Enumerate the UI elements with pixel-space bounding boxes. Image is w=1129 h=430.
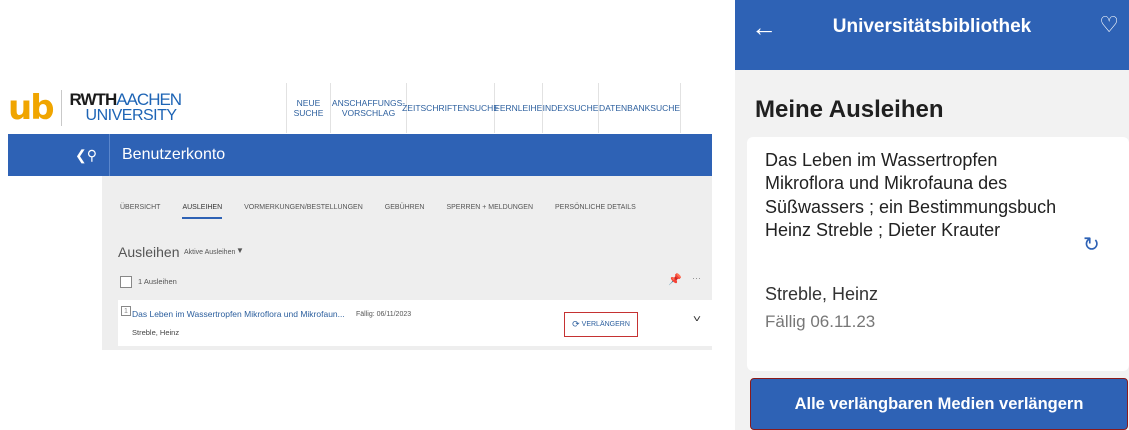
account-header-bar: ❮⚲ Benutzerkonto [8, 134, 712, 176]
loans-heading: Ausleihen [118, 244, 180, 260]
renew-button[interactable]: ⟳ VERLÄNGERN [564, 312, 638, 337]
tab-persoenliche-details[interactable]: PERSÖNLICHE DETAILS [555, 204, 636, 219]
back-search-icon: ❮⚲ [75, 146, 97, 163]
loan-title-link[interactable]: Das Leben im Wassertropfen Mikroflora un… [132, 309, 345, 319]
loan-card[interactable]: Das Leben im Wassertropfen Mikroflora un… [747, 137, 1129, 371]
renew-all-button[interactable]: Alle verlängbaren Medien verlängern [750, 378, 1128, 430]
desktop-portal: ub RWTHAACHEN UNIVERSITY NEUE SUCHE ANSC… [0, 0, 720, 430]
logo-divider [60, 90, 62, 126]
nav-neue-suche[interactable]: NEUE SUCHE [287, 83, 331, 133]
more-options-icon[interactable]: ··· [692, 273, 701, 283]
loan-due-date: Fällig: 06/11/2023 [356, 311, 412, 318]
nav-zeitschriftensuche[interactable]: ZEITSCHRIFTENSUCHE [402, 83, 499, 133]
select-all-checkbox[interactable] [120, 276, 132, 288]
tab-uebersicht[interactable]: ÜBERSICHT [120, 204, 160, 219]
loan-author: Streble, Heinz [132, 328, 180, 337]
loan-card-author: Streble, Heinz [765, 284, 879, 304]
nav-indexsuche[interactable]: INDEXSUCHE [543, 83, 599, 133]
caret-down-icon[interactable]: ▼ [236, 246, 244, 255]
renew-icon[interactable]: ↻ [1083, 232, 1100, 257]
back-search-button[interactable]: ❮⚲ [8, 134, 110, 176]
page-heading: Meine Ausleihen [755, 96, 944, 123]
pin-icon[interactable]: 📌 [668, 273, 682, 286]
university-logo-text: UNIVERSITY [85, 107, 178, 125]
tab-sperren-meldungen[interactable]: SPERREN + MELDUNGEN [446, 204, 533, 219]
loan-card-title: Das Leben im Wassertropfen Mikroflora un… [765, 150, 1057, 241]
account-tabs: ÜBERSICHT AUSLEIHEN VORMERKUNGEN/BESTELL… [120, 204, 658, 219]
tab-vormerkungen[interactable]: VORMERKUNGEN/BESTELLUNGEN [244, 204, 363, 219]
loans-filter-select[interactable]: Aktive Ausleihen [184, 249, 235, 256]
renew-icon: ⟳ [572, 319, 580, 329]
top-navigation: NEUE SUCHE ANSCHAFFUNGS- VORSCHLAG ZEITS… [286, 83, 681, 133]
loan-row: 1 Das Leben im Wassertropfen Mikroflora … [118, 300, 712, 346]
loans-count: 1 Ausleihen [138, 277, 177, 286]
loan-row-checkbox[interactable]: 1 [121, 306, 131, 316]
rwth-logo: RWTHAACHEN UNIVERSITY [69, 90, 183, 125]
tab-gebuehren[interactable]: GEBÜHREN [385, 204, 425, 219]
nav-datenbanksuche[interactable]: DATENBANKSUCHE [599, 83, 681, 133]
rwth-logo-text: RWTH [69, 90, 118, 110]
heart-icon[interactable]: ♡ [1099, 14, 1119, 36]
app-title: Universitätsbibliothek [832, 16, 1032, 37]
aachen-logo-text: AACHEN [116, 90, 182, 110]
nav-anschaffungsvorschlag[interactable]: ANSCHAFFUNGS- VORSCHLAG [331, 83, 407, 133]
loan-card-due: Fällig 06.11.23 [765, 312, 876, 331]
ub-logo-text: ub [8, 88, 55, 128]
nav-fernleihe[interactable]: FERNLEIHE [495, 83, 543, 133]
renew-button-label: VERLÄNGERN [581, 321, 630, 328]
app-bar: ← Universitätsbibliothek ♡ [735, 0, 1129, 70]
ub-rwth-logo[interactable]: ub RWTHAACHEN UNIVERSITY [8, 86, 183, 130]
tab-ausleihen[interactable]: AUSLEIHEN [182, 204, 223, 219]
page-title: Benutzerkonto [122, 146, 226, 163]
mobile-app: ← Universitätsbibliothek ♡ Meine Ausleih… [735, 0, 1129, 430]
chevron-down-icon[interactable]: ˅ [693, 314, 701, 325]
